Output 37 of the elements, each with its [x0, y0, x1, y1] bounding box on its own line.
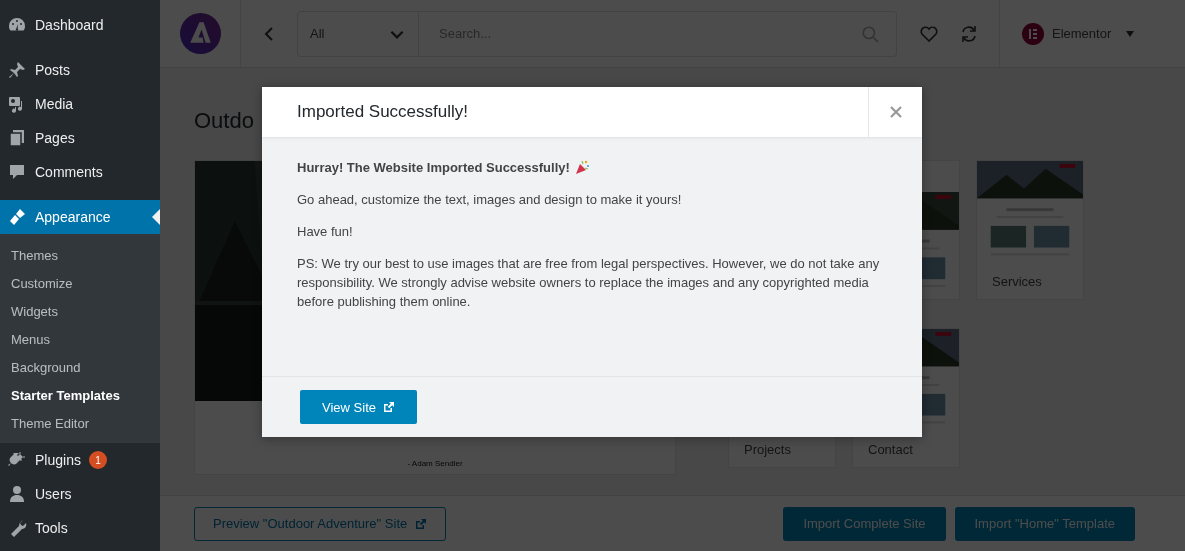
close-icon [889, 106, 902, 118]
menu-item[interactable]: Plugins 1 [0, 443, 160, 477]
submenu-item[interactable]: Starter Templates [11, 387, 120, 403]
pin-icon [7, 60, 27, 80]
speech-bubble-icon [7, 162, 27, 182]
submenu-item[interactable]: Themes [11, 247, 58, 263]
menu-item[interactable]: Comments [0, 155, 160, 189]
testimonial-author: - Adam Sendler [407, 459, 463, 468]
view-site-button[interactable]: View Site [300, 390, 417, 424]
submenu-item[interactable]: Customize [11, 275, 73, 291]
menu-item[interactable]: Tools [0, 511, 160, 545]
menu-item[interactable]: Media [0, 87, 160, 121]
page-title: Outdo [194, 108, 254, 135]
submenu-item[interactable]: Theme Editor [11, 415, 90, 431]
update-count-badge: 1 [88, 451, 107, 469]
external-link-icon [383, 401, 395, 413]
submenu-item[interactable]: Background [11, 359, 81, 375]
page-name: Projects [743, 440, 792, 459]
paintbrush-icon [7, 207, 27, 227]
menu-item[interactable]: Dashboard [0, 8, 160, 42]
modal-title: Imported Successfully! [297, 102, 468, 122]
success-heading: Hurray! The Website Imported Successfully! [297, 160, 570, 175]
page-name: Contact [867, 440, 914, 459]
user-icon [7, 484, 27, 504]
party-popper-icon [573, 159, 590, 175]
menu-item[interactable]: Users [0, 477, 160, 511]
page-name: Services [991, 273, 1043, 292]
menu-item[interactable]: Appearance [0, 200, 160, 234]
message-text: PS: We try our best to use images that are free from legal perspectives. However, we do not take any responsibility. We strongly advise website owners to replace the images and any copyrighted media before publishing them online. [297, 255, 881, 311]
message-text: Have fun! [297, 223, 354, 241]
submenu-item[interactable]: Menus [11, 331, 51, 347]
submenu-item[interactable]: Widgets [11, 303, 58, 319]
close-button[interactable] [868, 87, 922, 137]
pages-icon [7, 128, 27, 148]
menu-item[interactable]: Pages [0, 121, 160, 155]
message-text: Go ahead, customize the text, images and design to make it yours! [297, 191, 683, 209]
menu-item[interactable]: Posts [0, 53, 160, 87]
